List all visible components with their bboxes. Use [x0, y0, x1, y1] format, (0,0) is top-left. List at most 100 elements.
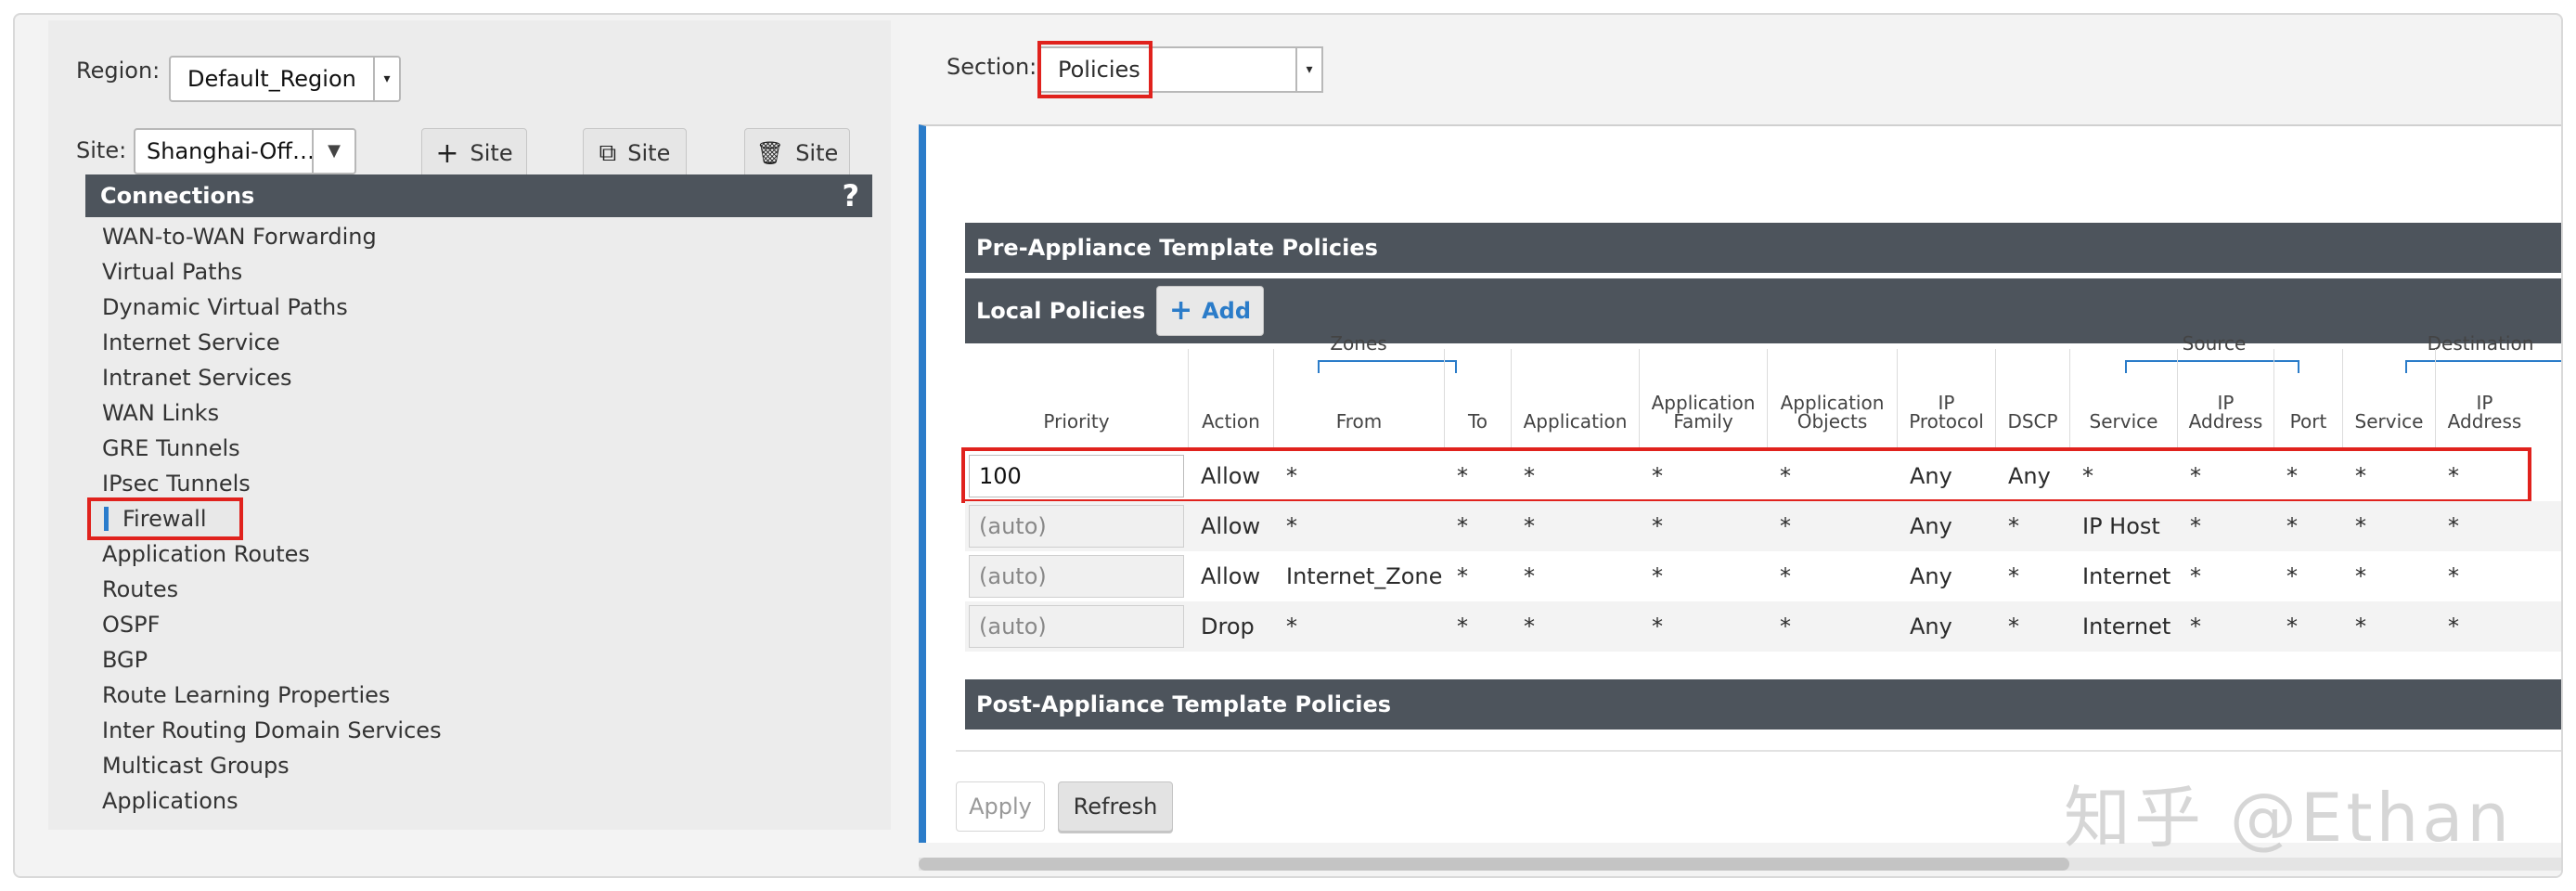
site-select[interactable]: Shanghai-Off… ▼: [134, 128, 356, 174]
refresh-button[interactable]: Refresh: [1058, 781, 1173, 832]
cell-objects: *: [1780, 613, 1791, 639]
copy-icon: ⧉: [599, 138, 617, 167]
cell-to: *: [1457, 563, 1468, 589]
copy-site-button[interactable]: ⧉ Site: [583, 128, 687, 178]
nav-item-label: Firewall: [122, 506, 207, 532]
cell-dst-ip: *: [2448, 513, 2459, 539]
cell-src-port: *: [2286, 563, 2298, 589]
nav-item-virtual-paths[interactable]: Virtual Paths: [102, 254, 566, 290]
col-to[interactable]: To: [1444, 349, 1511, 447]
col-ip-protocol[interactable]: IP Protocol: [1897, 349, 1995, 447]
cell-dst-ip: *: [2448, 463, 2459, 489]
col-action[interactable]: Action: [1188, 349, 1273, 447]
col-dscp[interactable]: DSCP: [1995, 349, 2069, 447]
table-row[interactable]: (auto) Allow Internet_Zone * * * * Any * Internet…: [965, 551, 2561, 601]
col-source-port[interactable]: Port: [2273, 349, 2342, 447]
cell-dscp: *: [2008, 613, 2019, 639]
connections-nav: WAN-to-WAN Forwarding Virtual Paths Dynami…: [87, 219, 566, 819]
priority-field[interactable]: (auto): [969, 605, 1184, 648]
cell-from: *: [1286, 613, 1297, 639]
nav-item-label: Internet Service: [102, 329, 280, 355]
horizontal-scrollbar-thumb[interactable]: [919, 858, 2069, 871]
add-site-button[interactable]: + Site: [421, 128, 527, 178]
table-row[interactable]: 100 Allow * * * * * Any Any * * * * *: [961, 447, 2561, 503]
cell-dscp: *: [2008, 563, 2019, 589]
nav-item-label: Inter Routing Domain Services: [102, 717, 442, 743]
pre-appliance-bar: Pre-Appliance Template Policies: [965, 223, 2561, 273]
nav-item-routes[interactable]: Routes: [102, 572, 566, 607]
add-label: Add: [1202, 298, 1252, 324]
nav-item-label: Application Routes: [102, 541, 310, 567]
right-pane: Section: Policies ▾ Pre-Appliance Templa…: [908, 20, 2561, 876]
nav-item-bgp[interactable]: BGP: [102, 642, 566, 678]
nav-item-label: Virtual Paths: [102, 259, 243, 285]
nav-item-gre-tunnels[interactable]: GRE Tunnels: [102, 431, 566, 466]
cell-src-service: IP Host: [2082, 513, 2160, 539]
section-label: Section:: [947, 54, 1037, 80]
cell-application: *: [1524, 563, 1535, 589]
help-icon[interactable]: ?: [842, 174, 859, 217]
cell-to: *: [1457, 463, 1468, 489]
cell-protocol: Any: [1910, 463, 1952, 489]
nav-item-dynamic-virtual-paths[interactable]: Dynamic Virtual Paths: [102, 290, 566, 325]
section-select[interactable]: Policies ▾: [1037, 41, 1323, 98]
local-policies-title: Local Policies: [976, 298, 1146, 324]
cell-action: Allow: [1201, 463, 1261, 489]
cell-from: *: [1286, 513, 1297, 539]
table-row[interactable]: (auto) Drop * * * * * Any * Internet * * * *: [965, 601, 2561, 652]
table-row[interactable]: (auto) Allow * * * * * Any * IP Host * * * *: [965, 501, 2561, 551]
col-application-family[interactable]: Application Family: [1639, 349, 1767, 447]
nav-item-inter-routing-domain-services[interactable]: Inter Routing Domain Services: [102, 713, 566, 748]
cell-from: *: [1286, 463, 1297, 489]
cell-dst-ip: *: [2448, 613, 2459, 639]
local-policies-bar: Local Policies + Add: [965, 278, 2561, 343]
nav-item-label: Intranet Services: [102, 365, 292, 391]
nav-item-firewall[interactable]: Firewall: [87, 497, 243, 540]
cell-application: *: [1524, 463, 1535, 489]
cell-dscp: *: [2008, 513, 2019, 539]
cell-objects: *: [1780, 563, 1791, 589]
nav-item-ipsec-tunnels[interactable]: IPsec Tunnels: [102, 466, 566, 501]
trash-icon: 🗑: [755, 140, 785, 166]
nav-item-internet-service[interactable]: Internet Service: [102, 325, 566, 360]
nav-item-wan-to-wan-forwarding[interactable]: WAN-to-WAN Forwarding: [102, 219, 566, 254]
col-priority[interactable]: Priority: [965, 349, 1188, 447]
nav-item-route-learning-properties[interactable]: Route Learning Properties: [102, 678, 566, 713]
nav-item-multicast-groups[interactable]: Multicast Groups: [102, 748, 566, 783]
cell-src-service: *: [2082, 463, 2093, 489]
nav-item-applications[interactable]: Applications: [102, 783, 566, 819]
apply-button[interactable]: Apply: [956, 781, 1045, 832]
chevron-down-icon[interactable]: ▼: [312, 130, 354, 173]
col-source-service[interactable]: Service: [2069, 349, 2177, 447]
priority-field[interactable]: (auto): [969, 505, 1184, 548]
nav-item-application-routes[interactable]: Application Routes: [102, 536, 566, 572]
cell-src-ip: *: [2190, 563, 2201, 589]
nav-item-wan-links[interactable]: WAN Links: [102, 395, 566, 431]
post-appliance-bar: Post-Appliance Template Policies: [965, 679, 2561, 730]
priority-field[interactable]: (auto): [969, 555, 1184, 598]
plus-icon: +: [1168, 294, 1193, 327]
chevron-down-icon[interactable]: ▾: [1295, 48, 1321, 91]
col-application[interactable]: Application: [1511, 349, 1639, 447]
cell-dst-service: *: [2355, 513, 2366, 539]
col-application-objects[interactable]: Application Objects: [1767, 349, 1897, 447]
site-value: Shanghai-Off…: [147, 138, 315, 164]
cell-src-ip: *: [2190, 463, 2201, 489]
col-source-ip[interactable]: IP Address: [2177, 349, 2273, 447]
col-from[interactable]: From: [1273, 349, 1444, 447]
nav-item-intranet-services[interactable]: Intranet Services: [102, 360, 566, 395]
chevron-down-icon[interactable]: ▾: [373, 58, 399, 100]
delete-site-button[interactable]: 🗑 Site: [744, 128, 850, 178]
nav-item-ospf[interactable]: OSPF: [102, 607, 566, 642]
cell-src-port: *: [2286, 613, 2298, 639]
cell-protocol: Any: [1910, 563, 1952, 589]
add-policy-button[interactable]: + Add: [1156, 286, 1264, 336]
cell-dst-service: *: [2355, 563, 2366, 589]
priority-field[interactable]: 100: [969, 455, 1184, 497]
col-destination-service[interactable]: Service: [2342, 349, 2435, 447]
col-destination-ip[interactable]: IP Address: [2435, 349, 2533, 447]
cell-to: *: [1457, 513, 1468, 539]
cell-objects: *: [1780, 513, 1791, 539]
region-select[interactable]: Default_Region ▾: [169, 56, 401, 102]
cell-dst-ip: *: [2448, 563, 2459, 589]
